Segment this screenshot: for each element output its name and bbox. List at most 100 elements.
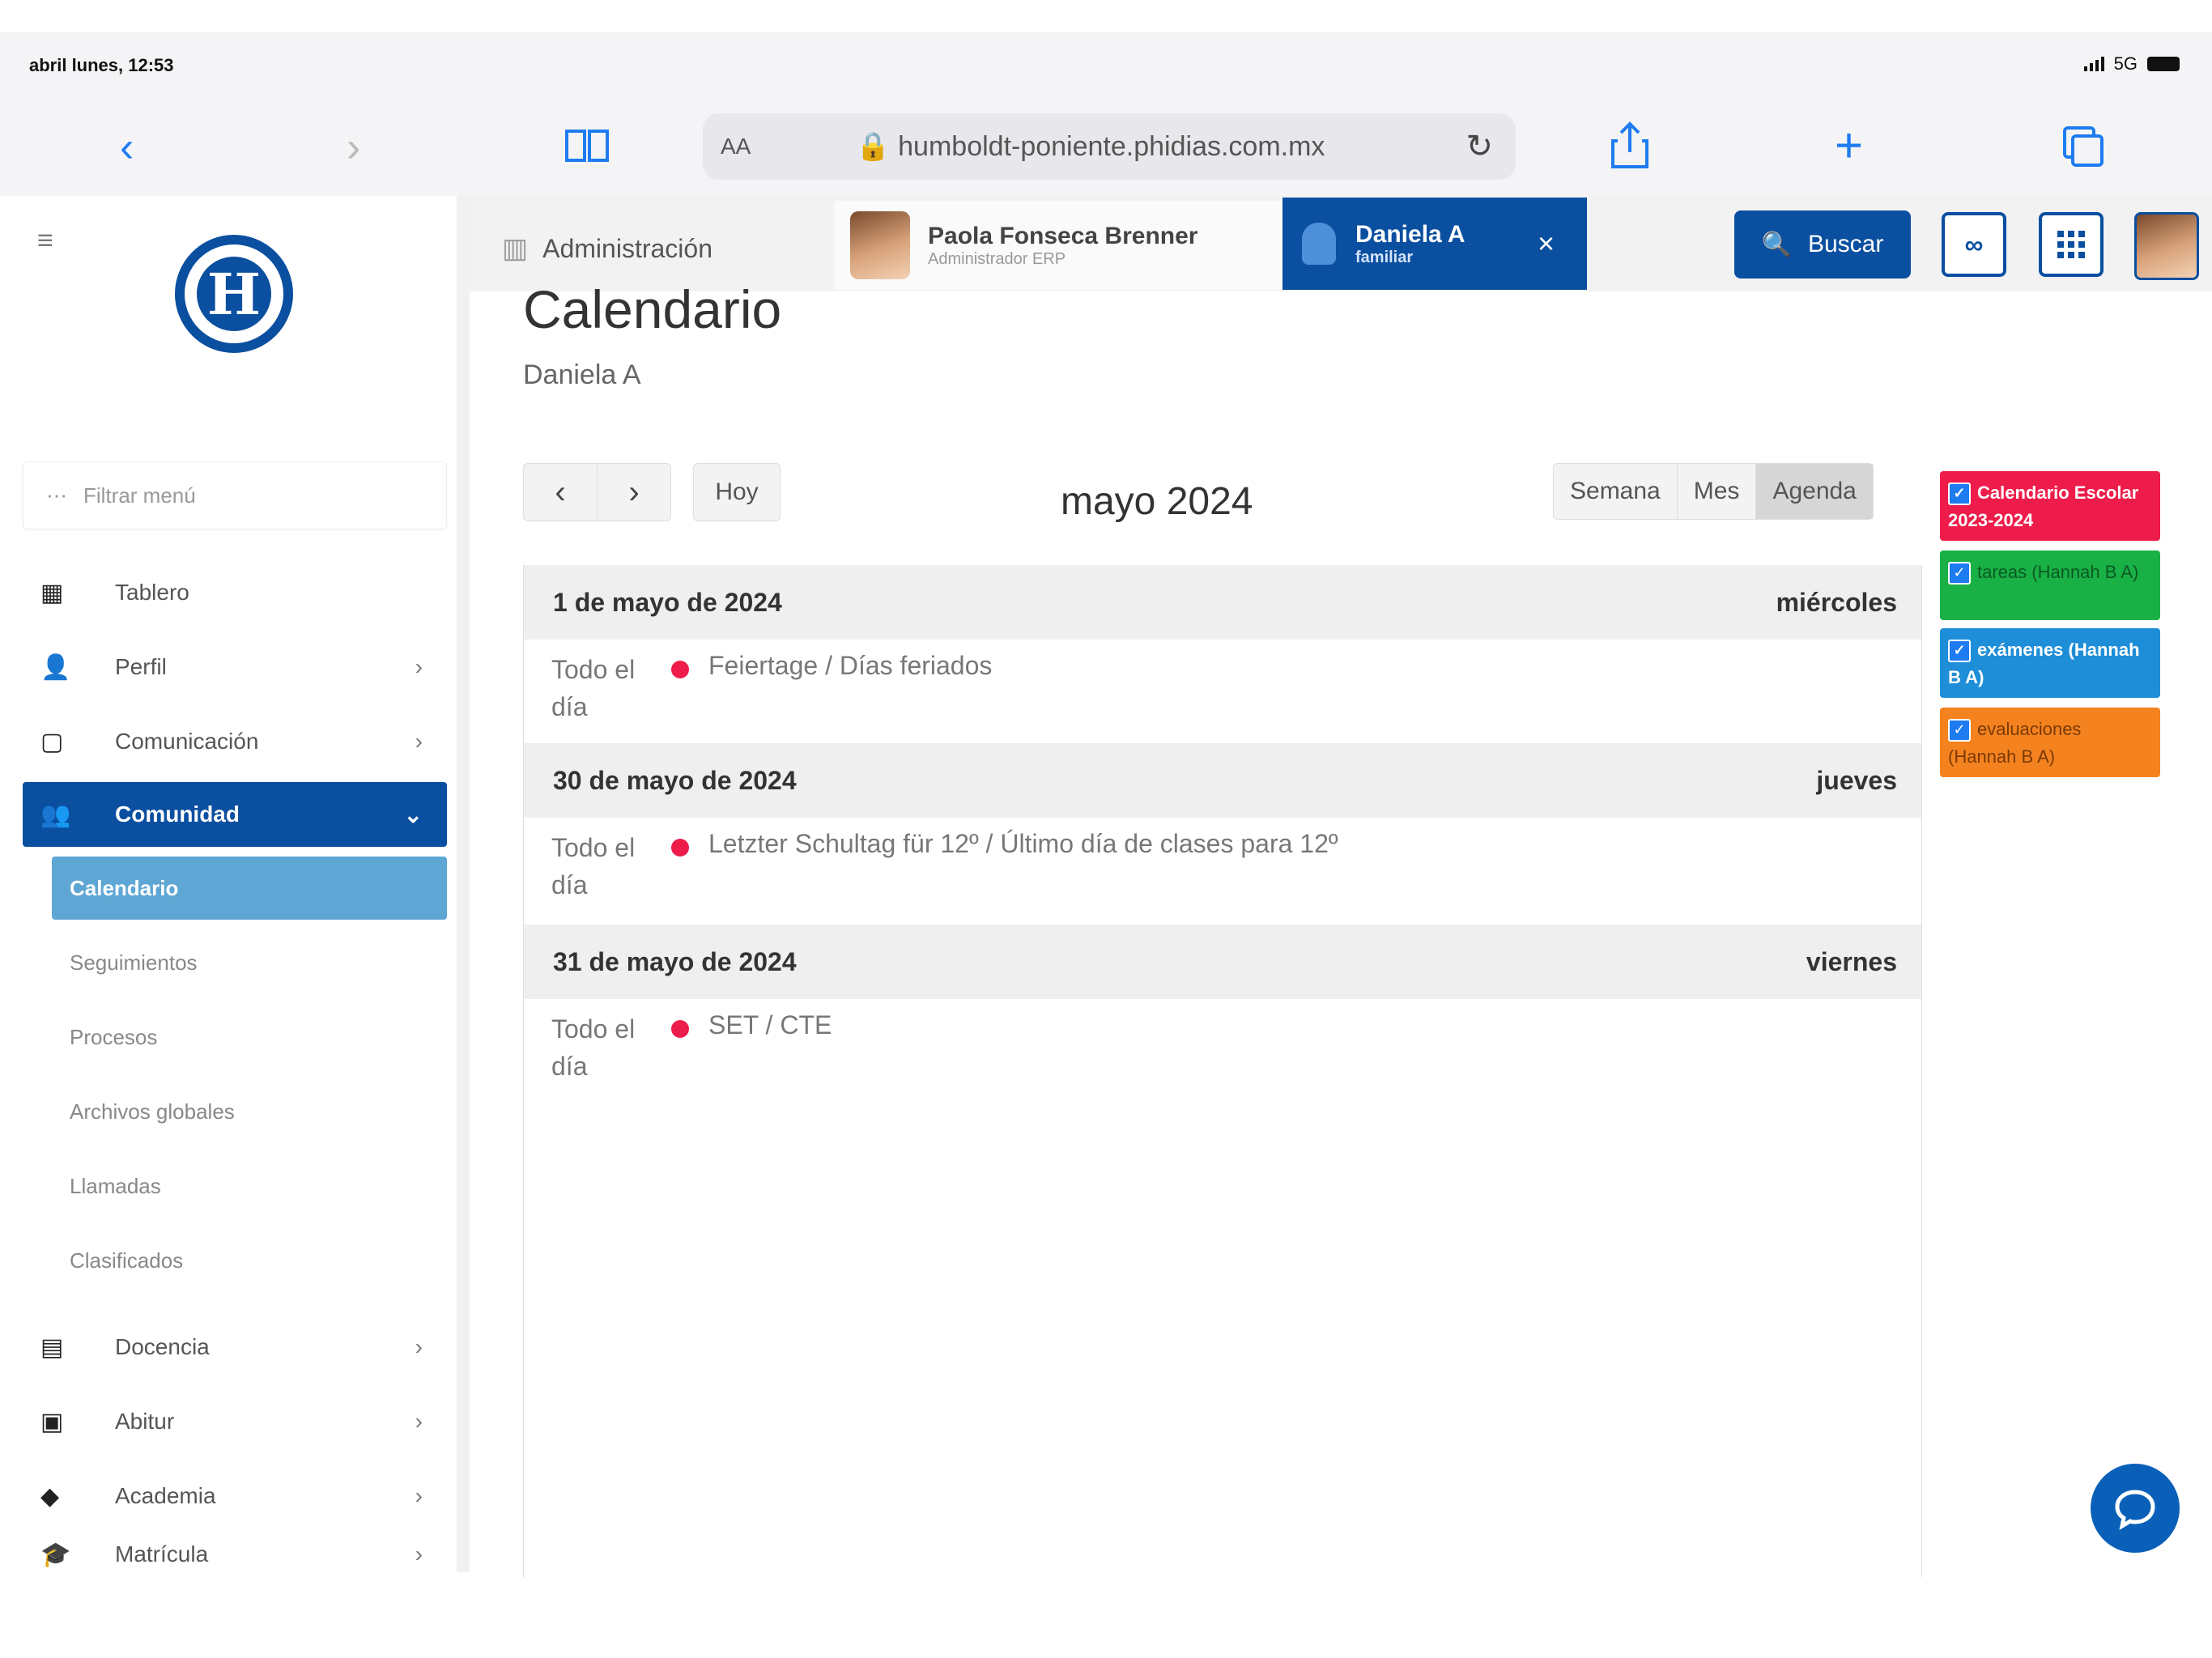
- checkbox-checked-icon: ✓: [1948, 562, 1971, 585]
- day-header: 1 de mayo de 2024 miércoles: [524, 565, 1921, 640]
- day-header: 31 de mayo de 2024 viernes: [524, 925, 1921, 999]
- event-title: Feiertage / Días feriados: [708, 651, 993, 680]
- day-weekday: miércoles: [1776, 587, 1897, 617]
- text-size-button[interactable]: AA: [721, 134, 751, 159]
- sidebar-subitem-seguimientos[interactable]: Seguimientos: [52, 931, 447, 994]
- sidebar-item-comunicacion[interactable]: ▢ Comunicación ›: [23, 709, 447, 774]
- checkbox-checked-icon: ✓: [1948, 640, 1971, 663]
- sidebar-subitem-procesos[interactable]: Procesos: [52, 1005, 447, 1069]
- share-icon[interactable]: [1610, 121, 1650, 174]
- calendar-toggle-evaluaciones[interactable]: ✓ evaluaciones (Hannah B A): [1940, 708, 2160, 777]
- chevron-right-icon: ›: [415, 654, 423, 679]
- active-person-role: familiar: [1355, 248, 1414, 266]
- user-avatar-button[interactable]: [2134, 212, 2199, 280]
- menu-collapse-icon[interactable]: ≡: [37, 225, 53, 257]
- sidebar-item-comunidad[interactable]: 👥 Comunidad ⌄: [23, 782, 447, 847]
- person-icon: [1302, 223, 1336, 265]
- agenda-list: 1 de mayo de 2024 miércoles Todo el día …: [523, 565, 1922, 1577]
- calendar-toggle-tareas[interactable]: ✓ tareas (Hannah B A): [1940, 551, 2160, 620]
- chevron-right-icon: ›: [415, 1541, 423, 1567]
- url-bar[interactable]: AA 🔒 humboldt-poniente.phidias.com.mx ↻: [703, 113, 1516, 180]
- community-icon: 👥: [40, 801, 71, 828]
- chevron-right-icon: ›: [415, 1334, 423, 1359]
- user-icon: 👤: [40, 653, 71, 681]
- sidebar-item-label: Docencia: [115, 1334, 210, 1359]
- glasses-button[interactable]: ∞: [1942, 212, 2006, 277]
- sidebar-item-perfil[interactable]: 👤 Perfil ›: [23, 635, 447, 699]
- tab-user-profile[interactable]: Paola Fonseca Brenner Administrador ERP: [834, 201, 1287, 290]
- sidebar-subitem-clasificados[interactable]: Clasificados: [52, 1229, 447, 1292]
- tab-active-person[interactable]: Daniela A familiar ×: [1283, 198, 1587, 290]
- academy-icon: ◆: [40, 1482, 60, 1510]
- calendar-toggle-examenes[interactable]: ✓ exámenes (Hannah B A): [1940, 628, 2160, 698]
- tabs-overview-icon[interactable]: [2061, 125, 2105, 172]
- sidebar-item-tablero[interactable]: ▦ Tablero: [23, 560, 447, 625]
- tab-administracion[interactable]: ▥ Administración: [502, 212, 713, 285]
- user-role: Administrador ERP: [928, 249, 1066, 268]
- status-indicators: 5G: [2083, 53, 2180, 74]
- battery-icon: [2147, 57, 2180, 71]
- dashboard-icon: ▦: [40, 579, 64, 606]
- agenda-event[interactable]: Todo el día Letzter Schultag für 12º / Ú…: [524, 818, 1921, 921]
- chat-icon: ▢: [40, 728, 64, 755]
- close-icon[interactable]: ×: [1538, 227, 1555, 261]
- view-month-button[interactable]: Mes: [1678, 464, 1757, 519]
- chevron-right-icon: ›: [415, 729, 423, 754]
- sidebar-item-matricula[interactable]: 🎓 Matrícula ›: [23, 1538, 447, 1571]
- event-color-dot: [671, 1020, 689, 1038]
- agenda-event[interactable]: Todo el día SET / CTE: [524, 999, 1921, 1103]
- forward-icon[interactable]: ›: [347, 126, 360, 168]
- url-text: 🔒 humboldt-poniente.phidias.com.mx: [856, 131, 1325, 162]
- day-weekday: jueves: [1816, 765, 1897, 795]
- status-bar: [0, 32, 2212, 97]
- prev-month-button[interactable]: ‹: [524, 464, 598, 521]
- calendar-label: Calendario Escolar 2023-2024: [1948, 483, 2139, 530]
- reload-icon[interactable]: ↻: [1465, 128, 1493, 165]
- back-icon[interactable]: ‹: [120, 126, 134, 168]
- view-week-button[interactable]: Semana: [1554, 464, 1678, 519]
- event-time: Todo el día: [551, 833, 636, 899]
- sidebar-subitem-llamadas[interactable]: Llamadas: [52, 1154, 447, 1218]
- day-date: 1 de mayo de 2024: [553, 587, 782, 617]
- search-button[interactable]: 🔍 Buscar: [1734, 210, 1911, 278]
- grid-icon: [2057, 231, 2085, 258]
- calendar-label: exámenes (Hannah B A): [1948, 640, 2140, 687]
- teaching-icon: ▤: [40, 1333, 64, 1361]
- next-month-button[interactable]: ›: [598, 464, 670, 521]
- calendar-toggle-escolar[interactable]: ✓ Calendario Escolar 2023-2024: [1940, 471, 2160, 541]
- sidebar-item-label: Matrícula: [115, 1541, 209, 1567]
- avatar: [850, 211, 910, 279]
- sidebar-item-docencia[interactable]: ▤ Docencia ›: [23, 1315, 447, 1380]
- today-button[interactable]: Hoy: [693, 463, 781, 521]
- chevron-right-icon: ›: [415, 1409, 423, 1434]
- filter-placeholder: Filtrar menú: [83, 483, 196, 508]
- user-name: Paola Fonseca Brenner: [928, 222, 1198, 249]
- view-agenda-button[interactable]: Agenda: [1756, 464, 1873, 519]
- sidebar-subitem-calendario[interactable]: Calendario: [52, 857, 447, 920]
- chat-button[interactable]: [2091, 1464, 2180, 1553]
- sidebar-item-label: Perfil: [115, 654, 167, 679]
- sidebar-item-label: Academia: [115, 1483, 216, 1508]
- event-time: Todo el día: [551, 655, 636, 721]
- checkbox-checked-icon: ✓: [1948, 719, 1971, 742]
- sidebar-subitem-archivos-globales[interactable]: Archivos globales: [52, 1080, 447, 1143]
- active-person-name: Daniela A: [1355, 220, 1465, 248]
- search-icon: 🔍: [1761, 231, 1792, 258]
- sidebar-item-academia[interactable]: ◆ Academia ›: [23, 1464, 447, 1528]
- event-title: Letzter Schultag für 12º / Último día de…: [708, 829, 1338, 858]
- day-date: 31 de mayo de 2024: [553, 946, 797, 976]
- signal-icon: [2083, 57, 2104, 71]
- reader-icon[interactable]: [564, 126, 610, 169]
- checkbox-checked-icon: ✓: [1948, 483, 1971, 506]
- event-time: Todo el día: [551, 1014, 636, 1081]
- view-toggle: Semana Mes Agenda: [1553, 463, 1874, 520]
- sidebar-item-label: Comunicación: [115, 729, 259, 754]
- apps-button[interactable]: [2039, 212, 2104, 277]
- filter-menu-input[interactable]: ⋯ Filtrar menú: [23, 461, 447, 529]
- search-button-label: Buscar: [1807, 231, 1884, 257]
- page-subtitle: Daniela A: [523, 359, 641, 390]
- new-tab-icon[interactable]: +: [1835, 121, 1863, 170]
- agenda-event[interactable]: Todo el día Feiertage / Días feriados: [524, 640, 1921, 743]
- sidebar-item-label: Tablero: [115, 580, 189, 605]
- sidebar-item-abitur[interactable]: ▣ Abitur ›: [23, 1389, 447, 1454]
